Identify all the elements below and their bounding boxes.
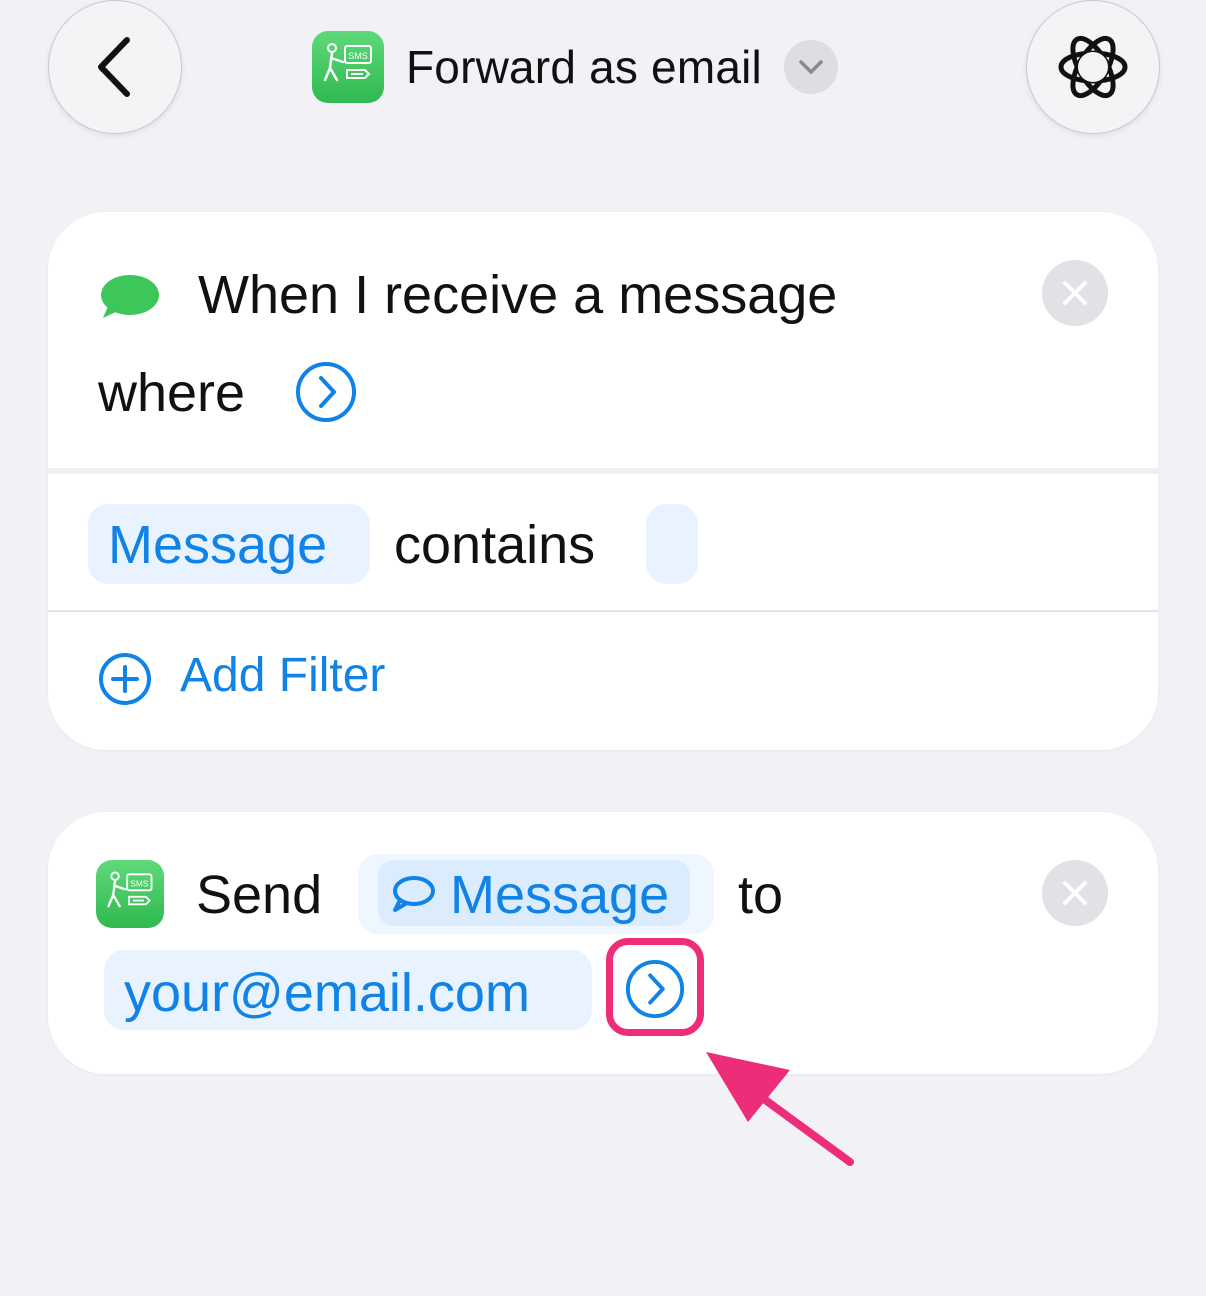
title-dropdown-button[interactable] <box>783 40 838 94</box>
action-preposition: to <box>738 865 784 925</box>
shortcut-app-icon: SMS <box>96 860 164 928</box>
filter-operator[interactable]: contains <box>394 514 595 576</box>
apple-intelligence-icon <box>1058 35 1128 99</box>
remove-action-button[interactable] <box>1042 860 1108 926</box>
chevron-right-circle-icon[interactable] <box>294 360 358 424</box>
divider <box>48 468 1158 474</box>
close-icon <box>1063 881 1087 905</box>
trigger-line1: When I receive a message <box>198 265 838 325</box>
shortcut-app-icon: SMS <box>312 31 384 103</box>
recipient-email: your@email.com <box>124 963 530 1023</box>
speech-bubble-icon <box>393 876 435 912</box>
trigger-card: When I receive a message where Message c… <box>48 212 1158 750</box>
filter-field-label: Message <box>108 515 328 575</box>
trigger-line2: where <box>98 363 246 423</box>
shortcut-title-menu[interactable]: SMS Forward as email <box>312 30 838 104</box>
chevron-left-icon <box>98 37 130 97</box>
action-card: SMS Send Message to your@email.com <box>48 812 1158 1074</box>
remove-trigger-button[interactable] <box>1042 260 1108 326</box>
message-variable-label: Message <box>450 865 670 925</box>
add-filter-label: Add Filter <box>180 649 386 702</box>
annotation-arrow <box>706 1052 854 1166</box>
shortcut-title: Forward as email <box>406 41 762 93</box>
plus-circle-icon <box>99 653 151 705</box>
apple-intelligence-button[interactable] <box>1026 0 1160 134</box>
action-verb: Send <box>196 865 323 925</box>
close-icon <box>1063 281 1087 305</box>
svg-text:SMS: SMS <box>130 879 149 889</box>
svg-text:SMS: SMS <box>348 51 368 61</box>
add-filter-button[interactable]: Add Filter <box>98 648 418 708</box>
back-button[interactable] <box>48 0 182 134</box>
messages-bubble-icon <box>101 275 159 318</box>
filter-value-token[interactable] <box>646 504 698 584</box>
divider <box>48 610 1158 612</box>
chevron-down-icon <box>799 60 823 74</box>
chevron-right-circle-icon[interactable] <box>624 958 686 1020</box>
